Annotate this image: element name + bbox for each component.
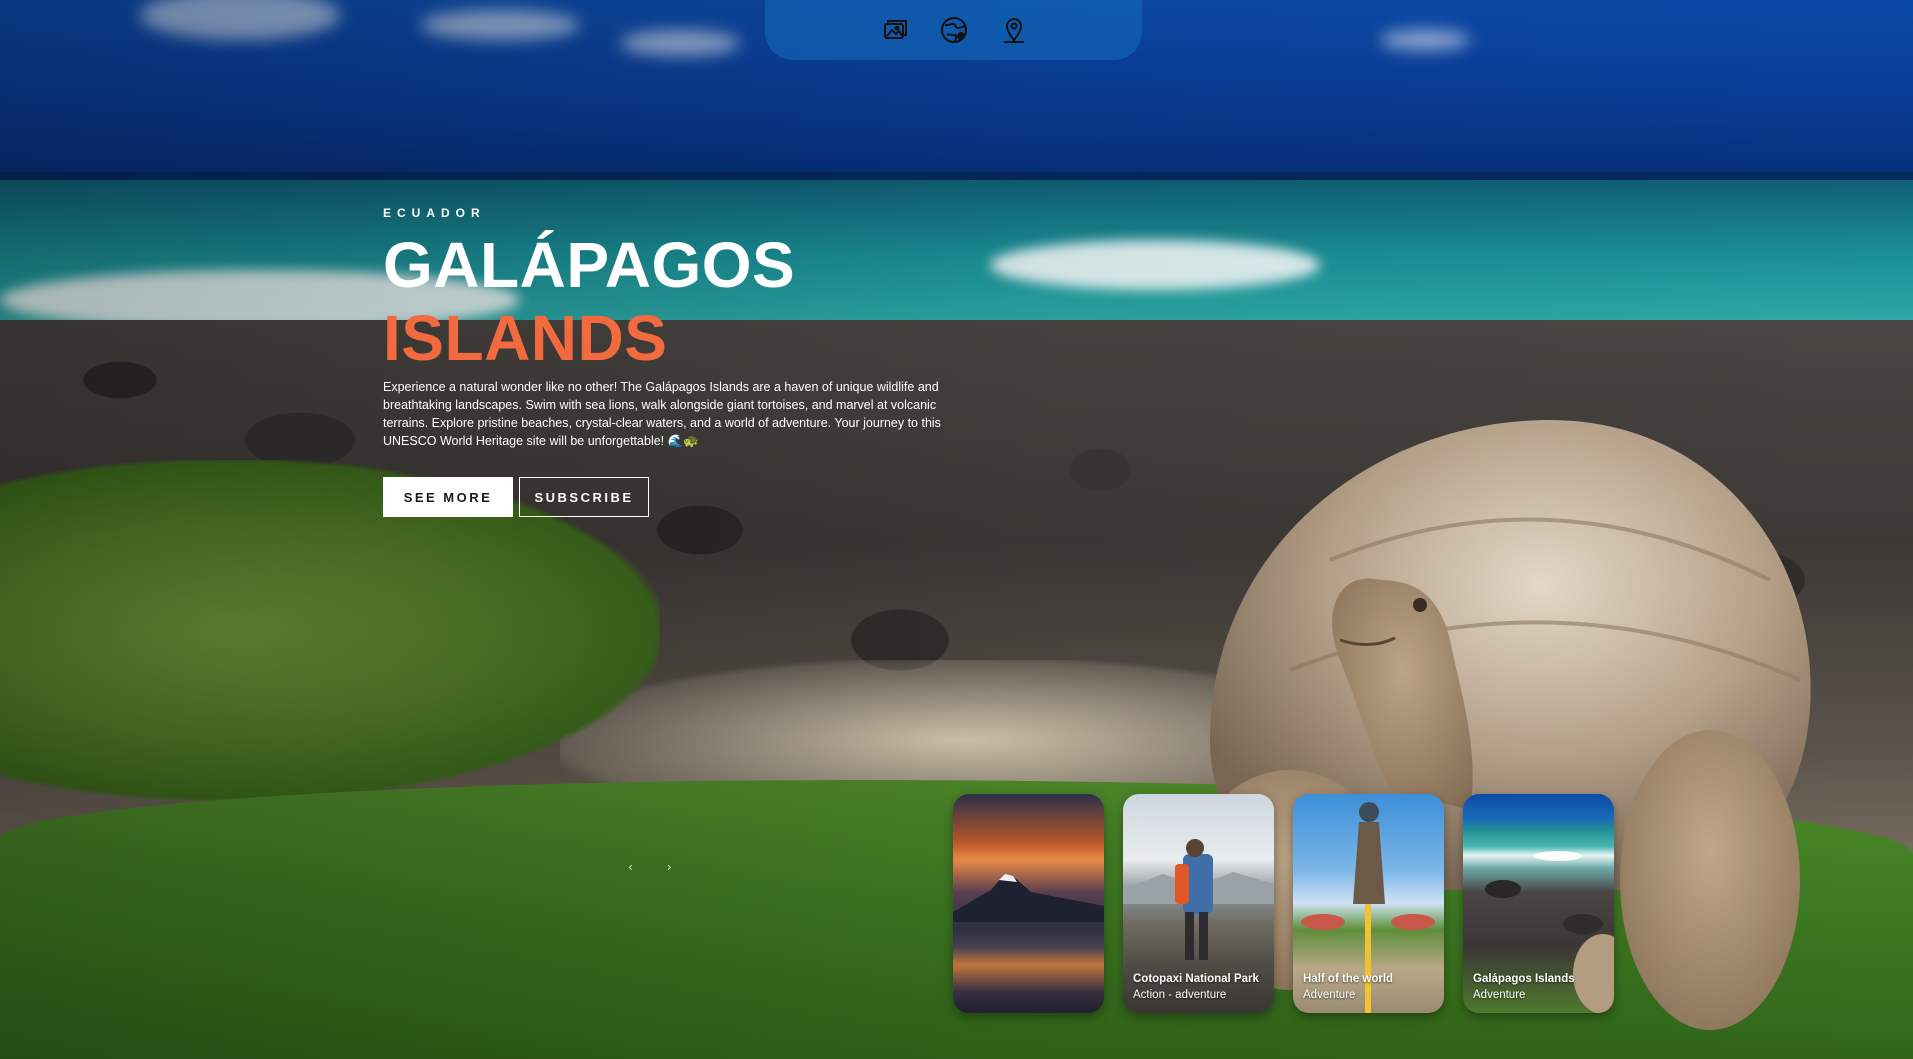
card-text: Cotopaxi National Park Action - adventur…	[1133, 972, 1266, 1003]
slider-arrows: ‹ ›	[628, 860, 672, 874]
card-text: Galápagos Islands Adventure	[1473, 972, 1606, 1003]
card-volcano-sunset[interactable]	[953, 794, 1104, 1013]
chevron-left-icon[interactable]: ‹	[628, 860, 633, 874]
chevron-right-icon[interactable]: ›	[667, 860, 672, 874]
title-line-2: ISLANDS	[383, 302, 668, 374]
card-title: Half of the world	[1303, 973, 1394, 985]
card-subtitle: Adventure	[1303, 989, 1356, 1001]
top-nav	[765, 0, 1142, 60]
card-title: Galápagos Islands	[1473, 973, 1575, 985]
hero-section: ECUADOR GALÁPAGOS ISLANDS Experience a n…	[383, 206, 963, 517]
card-subtitle: Action - adventure	[1133, 989, 1227, 1001]
card-title: Cotopaxi National Park	[1133, 973, 1259, 985]
card-galapagos[interactable]: Galápagos Islands Adventure	[1463, 794, 1614, 1013]
destination-cards: Cotopaxi National Park Action - adventur…	[953, 794, 1614, 1013]
title-line-1: GALÁPAGOS	[383, 229, 796, 301]
card-subtitle: Adventure	[1473, 989, 1526, 1001]
map-pin-icon[interactable]	[997, 13, 1031, 47]
card-half-of-the-world[interactable]: Half of the world Adventure	[1293, 794, 1444, 1013]
subscribe-button[interactable]: SUBSCRIBE	[519, 477, 649, 517]
card-cotopaxi[interactable]: Cotopaxi National Park Action - adventur…	[1123, 794, 1274, 1013]
see-more-button[interactable]: SEE MORE	[383, 477, 513, 517]
gallery-icon[interactable]	[877, 13, 911, 47]
card-text: Half of the world Adventure	[1303, 972, 1436, 1003]
country-label: ECUADOR	[383, 206, 486, 220]
card-image	[953, 794, 1104, 1013]
hero-buttons: SEE MORE SUBSCRIBE	[383, 477, 963, 517]
hero-description: Experience a natural wonder like no othe…	[383, 380, 941, 448]
globe-icon[interactable]	[937, 13, 971, 47]
